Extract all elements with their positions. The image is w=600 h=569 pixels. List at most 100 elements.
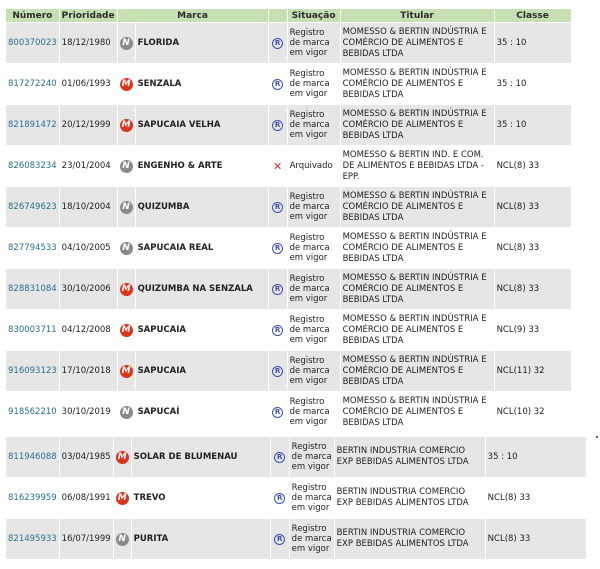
x-archived-icon: ✕ bbox=[272, 159, 283, 173]
classe-text: NCL(11) 32 bbox=[494, 351, 571, 391]
header-status-icon bbox=[268, 9, 287, 22]
status-icon-cell: R bbox=[268, 269, 287, 309]
header-prioridade[interactable]: Prioridade bbox=[59, 9, 117, 22]
registered-symbol-icon: R bbox=[272, 78, 284, 90]
badge-cell: N bbox=[117, 187, 135, 227]
situacao-text: Registro de marca em vigor bbox=[287, 392, 340, 432]
trademark-results: Número Prioridade Marca Situação Titular… bbox=[0, 0, 600, 569]
status-icon-cell: R bbox=[270, 519, 289, 559]
header-numero[interactable]: Número bbox=[6, 9, 59, 22]
numero-link[interactable]: 916093123 bbox=[6, 351, 59, 391]
titular-text: MOMESSO & BERTIN INDÚSTRIA E COMÉRCIO DE… bbox=[340, 64, 494, 104]
stray-dot bbox=[596, 436, 598, 438]
mixed-badge-icon: M bbox=[119, 77, 133, 91]
registered-symbol-icon: R bbox=[272, 406, 284, 418]
status-icon-cell: R bbox=[270, 437, 289, 477]
registered-symbol-icon: R bbox=[274, 533, 286, 545]
classe-text: NCL(8) 33 bbox=[494, 228, 571, 268]
table-row[interactable]: 916093123 17/10/2018 M SAPUCAIA R Registro de… bbox=[6, 351, 571, 391]
badge-cell: N bbox=[117, 392, 135, 432]
status-icon-cell: R bbox=[268, 310, 287, 350]
header-titular[interactable]: Titular bbox=[340, 9, 494, 22]
numero-link[interactable]: 826083234 bbox=[6, 146, 59, 186]
registered-symbol-icon: R bbox=[272, 242, 284, 254]
header-classe[interactable]: Classe bbox=[494, 9, 571, 22]
classe-text: 35 : 10 bbox=[485, 437, 586, 477]
prioridade-date: 04/12/2008 bbox=[59, 310, 117, 350]
status-icon-cell: R bbox=[268, 64, 287, 104]
classe-text: 35 : 10 bbox=[494, 105, 571, 145]
marca-name: SAPUCAÍ bbox=[135, 392, 268, 432]
table-row[interactable]: 800370023 18/12/1980 N FLORIDA R Registro de … bbox=[6, 23, 571, 63]
titular-text: MOMESSO & BERTIN INDÚSTRIA E COMÉRCIO DE… bbox=[340, 269, 494, 309]
table-row[interactable]: 821891472 20/12/1999 M SAPUCAIA VELHA R Regis… bbox=[6, 105, 571, 145]
titular-text: MOMESSO & BERTIN IND. E COM. DE ALIMENTO… bbox=[340, 146, 494, 186]
classe-text: NCL(9) 33 bbox=[494, 310, 571, 350]
nominative-badge-icon: N bbox=[119, 36, 133, 50]
numero-link[interactable]: 918562210 bbox=[6, 392, 59, 432]
table-row[interactable]: 817272240 01/06/1993 M SENZALA R Registro de … bbox=[6, 64, 571, 104]
marca-name: SAPUCAIA bbox=[135, 351, 268, 391]
situacao-text: Registro de marca em vigor bbox=[289, 478, 334, 518]
classe-text: NCL(8) 33 bbox=[494, 187, 571, 227]
titular-text: MOMESSO & BERTIN INDÚSTRIA E COMÉRCIO DE… bbox=[340, 392, 494, 432]
header-marca[interactable]: Marca bbox=[117, 9, 268, 22]
registered-symbol-icon: R bbox=[274, 492, 286, 504]
registered-symbol-icon: R bbox=[272, 365, 284, 377]
table-row[interactable]: 828831084 30/10/2006 M QUIZUMBA NA SENZALA R… bbox=[6, 269, 571, 309]
numero-link[interactable]: 828831084 bbox=[6, 269, 59, 309]
marca-name: SENZALA bbox=[135, 64, 268, 104]
status-icon-cell: R bbox=[268, 351, 287, 391]
prioridade-date: 06/08/1991 bbox=[59, 478, 113, 518]
prioridade-date: 18/12/1980 bbox=[59, 23, 117, 63]
numero-link[interactable]: 827794533 bbox=[6, 228, 59, 268]
registered-symbol-icon: R bbox=[272, 201, 284, 213]
numero-link[interactable]: 811946088 bbox=[6, 437, 59, 477]
results-table-momesso: Número Prioridade Marca Situação Titular… bbox=[5, 8, 572, 433]
situacao-text: Registro de marca em vigor bbox=[287, 351, 340, 391]
table-row[interactable]: 816239959 06/08/1991 M TREVO R Registro de ma… bbox=[6, 478, 586, 518]
marca-name: SAPUCAIA VELHA bbox=[135, 105, 268, 145]
situacao-text: Registro de marca em vigor bbox=[287, 310, 340, 350]
table-row[interactable]: 811946088 03/04/1985 M SOLAR DE BLUMENAU R Re… bbox=[6, 437, 586, 477]
titular-text: MOMESSO & BERTIN INDÚSTRIA E COMÉRCIO DE… bbox=[340, 310, 494, 350]
results-body-2: 811946088 03/04/1985 M SOLAR DE BLUMENAU R Re… bbox=[6, 437, 586, 559]
numero-link[interactable]: 826749623 bbox=[6, 187, 59, 227]
table-row[interactable]: 826083234 23/01/2004 N ENGENHO & ARTE ✕ Arqui… bbox=[6, 146, 571, 186]
mixed-badge-icon: M bbox=[119, 364, 133, 378]
prioridade-date: 16/07/1999 bbox=[59, 519, 113, 559]
classe-text: NCL(8) 33 bbox=[494, 269, 571, 309]
status-icon-cell: ✕ bbox=[268, 146, 287, 186]
prioridade-date: 03/04/1985 bbox=[59, 437, 113, 477]
marca-name: SAPUCAIA bbox=[135, 310, 268, 350]
numero-link[interactable]: 821891472 bbox=[6, 105, 59, 145]
badge-cell: M bbox=[117, 269, 135, 309]
numero-link[interactable]: 816239959 bbox=[6, 478, 59, 518]
nominative-badge-icon: N bbox=[119, 241, 133, 255]
mixed-badge-icon: M bbox=[115, 450, 129, 464]
badge-cell: N bbox=[113, 519, 131, 559]
header-situacao[interactable]: Situação bbox=[287, 9, 340, 22]
prioridade-date: 04/10/2005 bbox=[59, 228, 117, 268]
classe-text: NCL(8) 33 bbox=[485, 478, 586, 518]
table-row[interactable]: 918562210 30/10/2019 N SAPUCAÍ R Registro de … bbox=[6, 392, 571, 432]
numero-link[interactable]: 817272240 bbox=[6, 64, 59, 104]
classe-text: 35 : 10 bbox=[494, 23, 571, 63]
situacao-text: Registro de marca em vigor bbox=[289, 437, 334, 477]
table-row[interactable]: 830003711 04/12/2008 M SAPUCAIA R Registro de… bbox=[6, 310, 571, 350]
registered-symbol-icon: R bbox=[272, 283, 284, 295]
numero-link[interactable]: 800370023 bbox=[6, 23, 59, 63]
table-row[interactable]: 826749623 18/10/2004 N QUIZUMBA R Registro de… bbox=[6, 187, 571, 227]
marca-name: QUIZUMBA bbox=[135, 187, 268, 227]
table-row[interactable]: 827794533 04/10/2005 N SAPUCAIA REAL R Regist… bbox=[6, 228, 571, 268]
numero-link[interactable]: 830003711 bbox=[6, 310, 59, 350]
table-row[interactable]: 821495933 16/07/1999 N PURITA R Registro de m… bbox=[6, 519, 586, 559]
situacao-text: Registro de marca em vigor bbox=[287, 64, 340, 104]
marca-name: SOLAR DE BLUMENAU bbox=[131, 437, 270, 477]
nominative-badge-icon: N bbox=[119, 405, 133, 419]
marca-name: TREVO bbox=[131, 478, 270, 518]
situacao-text: Registro de marca em vigor bbox=[287, 269, 340, 309]
mixed-badge-icon: M bbox=[119, 282, 133, 296]
situacao-text: Registro de marca em vigor bbox=[287, 105, 340, 145]
numero-link[interactable]: 821495933 bbox=[6, 519, 59, 559]
